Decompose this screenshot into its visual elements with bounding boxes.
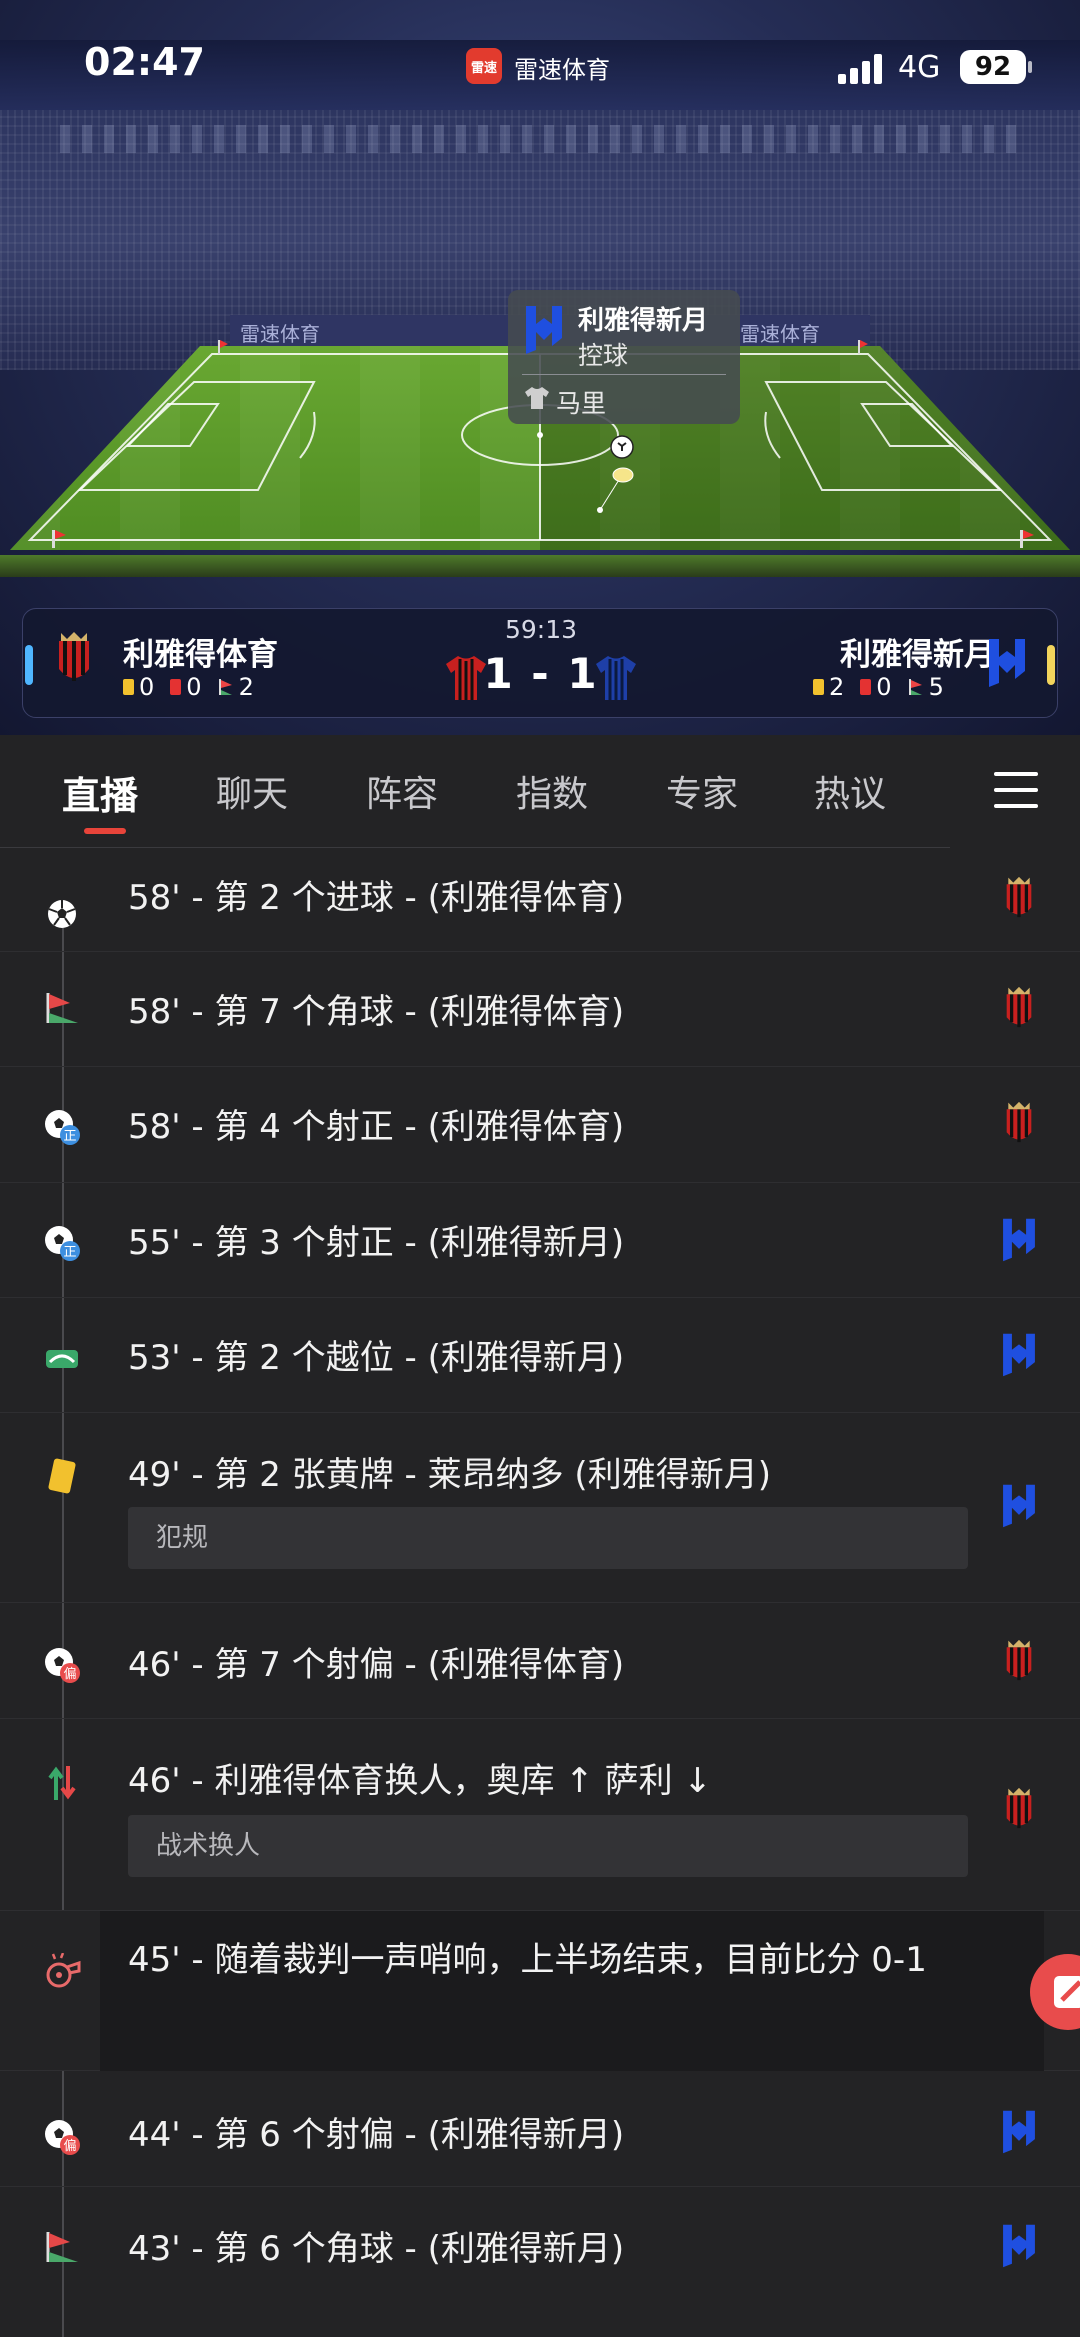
badge-text: 偏 xyxy=(63,1667,76,1682)
event-text: 46' - 第 7 个射偏 - (利雅得体育) xyxy=(128,1645,625,1685)
alshabab-logo-icon xyxy=(1006,1101,1032,1143)
popup-action: 控球 xyxy=(578,341,629,370)
event-row[interactable]: 偏 46' - 第 7 个射偏 - (利雅得体育) xyxy=(0,1603,1080,1719)
possession-popup: 利雅得新月 控球 马里 xyxy=(508,290,740,424)
event-row[interactable]: 正 58' - 第 4 个射正 - (利雅得体育) xyxy=(0,1067,1080,1183)
away-corner-count: 5 xyxy=(928,673,944,701)
popup-team-name: 利雅得新月 xyxy=(578,306,709,336)
alshabab-logo-icon xyxy=(1006,1787,1032,1829)
shot-off-target-icon: 偏 xyxy=(42,1645,82,1685)
event-detail: 犯规 xyxy=(128,1507,968,1569)
tab-chat[interactable]: 聊天 xyxy=(216,765,288,817)
status-time: 02:47 xyxy=(84,40,205,84)
popup-player-name: 马里 xyxy=(556,389,607,418)
away-color-bar xyxy=(1047,645,1055,685)
tab-odds[interactable]: 指数 xyxy=(516,765,588,817)
halftime-box xyxy=(100,1911,1044,2071)
menu-icon[interactable] xyxy=(994,772,1038,808)
event-row[interactable]: 58' - 第 2 个进球 - (利雅得体育) xyxy=(0,848,1080,952)
pitch-edge xyxy=(0,555,1080,577)
alshabab-logo-icon xyxy=(1006,1639,1032,1681)
tab-bar: 直播 聊天 阵容 指数 专家 热议 xyxy=(0,735,1080,847)
badge-text: 偏 xyxy=(63,2139,76,2154)
away-red-count: 0 xyxy=(876,673,892,701)
event-text: 58' - 第 2 个进球 - (利雅得体育) xyxy=(128,878,625,918)
event-text: 58' - 第 7 个角球 - (利雅得体育) xyxy=(128,992,625,1032)
alshabab-logo-icon xyxy=(1006,986,1032,1028)
corner-icon xyxy=(42,988,82,1028)
event-text: 49' - 第 2 张黄牌 - 莱昂纳多 (利雅得新月) xyxy=(128,1455,771,1495)
whistle-icon xyxy=(42,1951,82,1991)
event-text: 43' - 第 6 个角球 - (利雅得新月) xyxy=(128,2229,625,2269)
offside-icon xyxy=(42,1338,82,1378)
red-card-icon xyxy=(860,679,872,695)
yellow-card-icon xyxy=(813,679,824,695)
badge-text: 正 xyxy=(63,1245,76,1260)
app-name: 雷速体育 xyxy=(514,56,610,84)
event-detail: 战术换人 xyxy=(128,1815,968,1877)
away-yellow-count: 2 xyxy=(829,673,845,701)
alhilal-logo-icon xyxy=(526,306,562,354)
alhilal-logo-icon xyxy=(1003,1218,1035,1262)
corner-flag-icon xyxy=(908,679,922,695)
event-text: 58' - 第 4 个射正 - (利雅得体育) xyxy=(128,1107,625,1147)
alhilal-logo-icon xyxy=(1003,1484,1035,1528)
yellow-card-icon xyxy=(42,1457,82,1497)
network-type: 4G xyxy=(898,50,941,85)
event-text: 55' - 第 3 个射正 - (利雅得新月) xyxy=(128,1223,625,1263)
alhilal-logo-icon xyxy=(1003,1333,1035,1377)
battery-tip xyxy=(1028,61,1032,73)
event-row[interactable]: 正 55' - 第 3 个射正 - (利雅得新月) xyxy=(0,1183,1080,1298)
alhilal-logo-icon xyxy=(1003,2110,1035,2154)
popup-divider xyxy=(522,374,726,375)
event-row[interactable]: 偏 44' - 第 6 个射偏 - (利雅得新月) xyxy=(0,2071,1080,2187)
event-text: 45' - 随着裁判一声哨响，上半场结束，目前比分 0-1 xyxy=(128,1940,927,1980)
away-stats: 2 0 5 xyxy=(813,673,944,701)
event-text: 44' - 第 6 个射偏 - (利雅得新月) xyxy=(128,2115,625,2155)
alhilal-logo-icon xyxy=(1003,2224,1035,2268)
tab-discussion[interactable]: 热议 xyxy=(814,765,886,817)
event-text: 53' - 第 2 个越位 - (利雅得新月) xyxy=(128,1338,625,1378)
event-row[interactable]: 46' - 利雅得体育换人，奥库 ↑ 萨利 ↓ 战术换人 xyxy=(0,1719,1080,1911)
goal-icon xyxy=(42,894,82,934)
event-row[interactable]: 58' - 第 7 个角球 - (利雅得体育) xyxy=(0,952,1080,1067)
shirt-icon xyxy=(525,387,549,409)
app-logo-icon: 雷速 xyxy=(466,48,502,84)
event-row-halftime[interactable]: 45' - 随着裁判一声哨响，上半场结束，目前比分 0-1 xyxy=(0,1911,1080,2071)
alshabab-logo-icon xyxy=(1006,876,1032,918)
away-kit-icon xyxy=(596,656,636,700)
battery-icon: 92 xyxy=(960,50,1026,84)
substitution-icon xyxy=(42,1763,82,1803)
tab-lineup[interactable]: 阵容 xyxy=(366,765,438,817)
badge-text: 正 xyxy=(63,1129,76,1144)
edit-icon xyxy=(1054,1976,1080,2008)
active-tab-indicator xyxy=(84,828,126,834)
tab-live[interactable]: 直播 xyxy=(62,765,138,820)
shot-off-target-icon: 偏 xyxy=(42,2117,82,2157)
corner-icon xyxy=(42,2227,82,2267)
event-row[interactable]: 49' - 第 2 张黄牌 - 莱昂纳多 (利雅得新月) 犯规 xyxy=(0,1413,1080,1603)
alhilal-logo-icon xyxy=(989,639,1025,687)
scoreboard[interactable]: 利雅得体育 0 0 2 59:13 1 - 1 利雅得新月 2 0 5 xyxy=(22,608,1058,718)
shot-on-target-icon: 正 xyxy=(42,1223,82,1263)
event-row[interactable]: 43' - 第 6 个角球 - (利雅得新月) xyxy=(0,2187,1080,2337)
stadium-lights xyxy=(60,125,1020,153)
signal-icon xyxy=(838,54,882,84)
event-row[interactable]: 53' - 第 2 个越位 - (利雅得新月) xyxy=(0,1298,1080,1413)
event-text: 46' - 利雅得体育换人，奥库 ↑ 萨利 ↓ xyxy=(128,1761,712,1801)
shot-on-target-icon: 正 xyxy=(42,1107,82,1147)
tab-experts[interactable]: 专家 xyxy=(666,765,738,817)
away-team-name: 利雅得新月 xyxy=(840,637,995,673)
